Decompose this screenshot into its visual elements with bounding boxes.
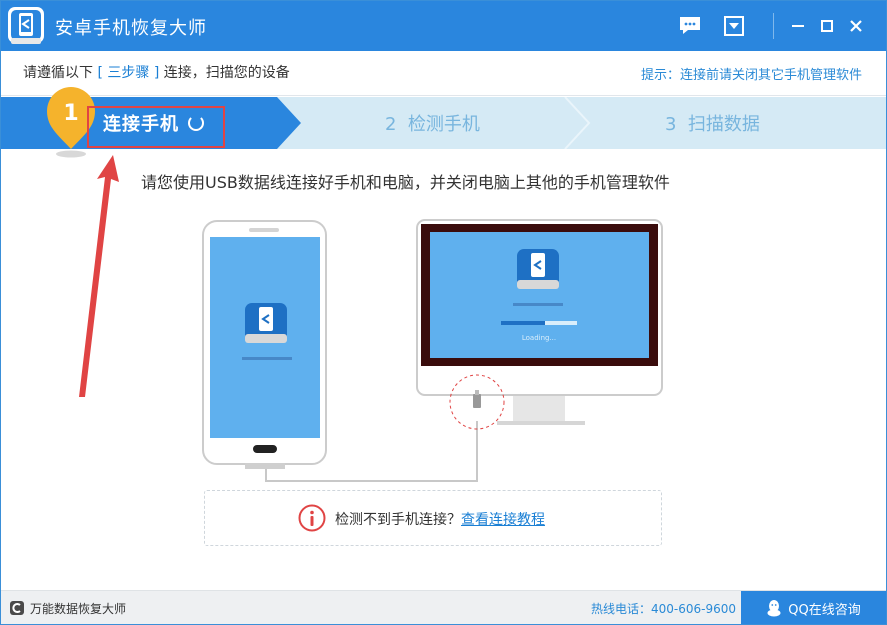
hotline-text: 热线电话：400-606-9600 xyxy=(591,602,737,616)
phone-illustration xyxy=(202,220,327,469)
help-message: 检测不到手机连接？查看连接教程 xyxy=(335,512,545,528)
qq-penguin-icon xyxy=(767,600,781,617)
loading-text: Loading... xyxy=(522,334,556,342)
qq-consult-button[interactable]: QQ在线咨询 xyxy=(741,591,886,624)
monitor-illustration: Loading... xyxy=(416,219,663,430)
universal-recovery-link[interactable]: 万能数据恢复大师 xyxy=(9,597,135,619)
qq-consult-label: QQ在线咨询 xyxy=(788,602,861,618)
footer-left-label: 万能数据恢复大师 xyxy=(30,601,127,616)
phone-app-logo-icon xyxy=(245,303,287,343)
app-window: 安卓手机恢复大师 请遵循以下 [ 三步骤 ] 连接，扫描您的设备 提示：连接前请… xyxy=(0,0,887,625)
warning-icon xyxy=(298,504,326,532)
connection-help-box: 检测不到手机连接？查看连接教程 xyxy=(204,490,662,546)
footer-bar: 万能数据恢复大师 热线电话：400-606-9600 QQ在线咨询 xyxy=(1,590,886,624)
monitor-app-logo-icon xyxy=(517,249,559,289)
connection-tutorial-link[interactable]: 查看连接教程 xyxy=(461,512,545,528)
recovery-app-icon xyxy=(10,601,24,615)
